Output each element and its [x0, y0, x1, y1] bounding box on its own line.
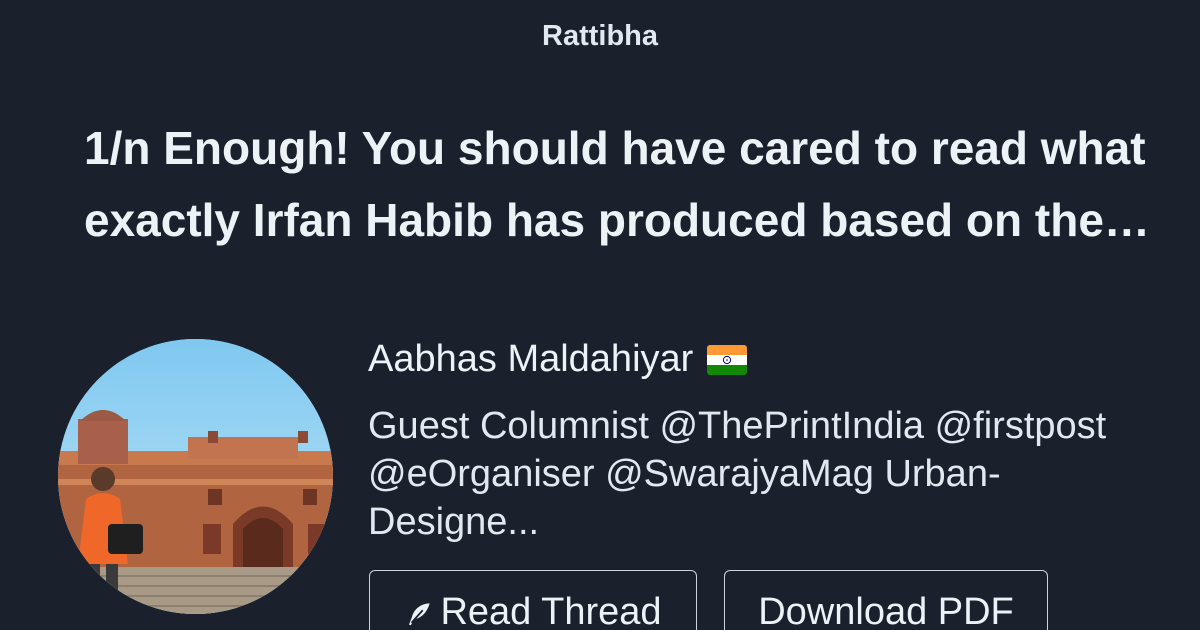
read-thread-button[interactable]: Read Thread [369, 570, 697, 630]
author-name: Aabhas Maldahiyar [368, 338, 694, 380]
india-flag-icon [707, 344, 748, 375]
author-bio: Guest Columnist @ThePrintIndia @firstpos… [368, 405, 1107, 543]
avatar-photo [58, 339, 333, 614]
author-avatar [58, 339, 333, 614]
thread-title: 1/n Enough! You should have cared to rea… [84, 122, 1146, 246]
feather-icon [404, 599, 434, 629]
download-pdf-label: Download PDF [758, 591, 1014, 630]
brand-name: Rattibha [542, 20, 658, 52]
download-pdf-button[interactable]: Download PDF [724, 570, 1048, 630]
author-name-row: Aabhas Maldahiyar [368, 338, 748, 381]
read-thread-label: Read Thread [440, 591, 662, 630]
